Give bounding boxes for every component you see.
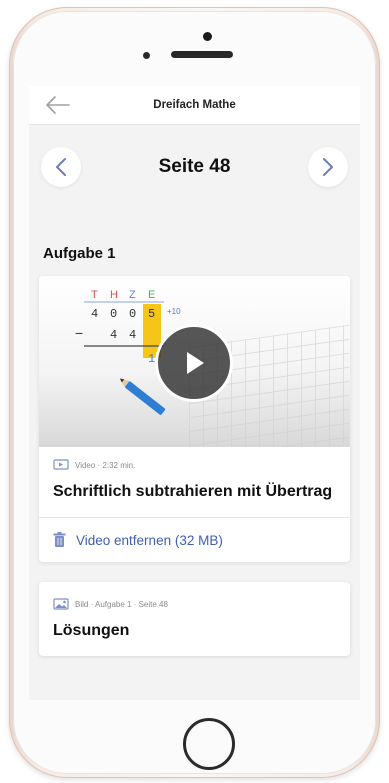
remove-video-label: Video entfernen (32 MB) [76, 532, 223, 548]
trash-icon [53, 532, 66, 547]
remove-video-button[interactable]: Video entfernen (32 MB) [39, 518, 350, 562]
minuend-digit-4: 5 [148, 307, 155, 321]
earpiece-speaker [171, 51, 233, 58]
video-card[interactable]: T H Z E 4 0 0 5 +10 − 4 4 1 Video · 2:32… [39, 276, 350, 562]
pencil-graphic [119, 378, 166, 415]
chevron-right-icon [322, 158, 333, 176]
next-page-button[interactable] [307, 147, 348, 187]
video-meta-text: Video · 2:32 min. [75, 460, 136, 470]
play-icon [187, 352, 204, 374]
video-thumbnail[interactable]: T H Z E 4 0 0 5 +10 − 4 4 1 [39, 276, 350, 447]
back-arrow-icon [46, 96, 70, 114]
app-title: Dreifach Mathe [153, 99, 236, 111]
minuend-digit-3: 0 [129, 307, 136, 321]
carry-label: +10 [167, 307, 181, 316]
video-meta: Video · 2:32 min. [39, 447, 350, 471]
place-header-t: T [91, 289, 98, 301]
video-title: Schriftlich subtrahieren mit Übertrag [53, 483, 333, 500]
home-button[interactable] [183, 718, 235, 770]
content-area: Aufgabe 1 T H Z E 4 0 0 5 +10 − 4 4 1 Vi… [29, 209, 360, 656]
minus-sign: − [75, 325, 83, 341]
section-title: Aufgabe 1 [43, 245, 116, 262]
previous-page-button[interactable] [41, 147, 81, 187]
app-bar: Dreifach Mathe [29, 86, 360, 125]
image-card[interactable]: Bild · Aufgabe 1 · Seite 48 Lösungen [39, 582, 350, 656]
play-button[interactable] [155, 324, 233, 402]
page-navigator: Seite 48 [29, 125, 360, 209]
image-meta: Bild · Aufgabe 1 · Seite 48 [39, 582, 350, 610]
subtrahend-digit-2: 4 [129, 328, 136, 342]
video-icon [53, 459, 69, 470]
image-title: Lösungen [53, 622, 130, 639]
image-icon [53, 598, 69, 610]
back-button[interactable] [45, 95, 71, 115]
place-header-h: H [110, 289, 118, 301]
subtrahend-digit-1: 4 [110, 328, 117, 342]
minuend-digit-1: 4 [91, 307, 98, 321]
place-header-z: Z [129, 289, 136, 301]
app-screen: Dreifach Mathe Seite 48 Aufgabe 1 T H Z [29, 86, 360, 700]
front-camera [203, 32, 212, 41]
proximity-sensor [143, 52, 150, 59]
page-title: Seite 48 [158, 156, 231, 177]
chevron-left-icon [56, 158, 66, 176]
image-meta-text: Bild · Aufgabe 1 · Seite 48 [75, 599, 168, 609]
place-header-e: E [148, 289, 155, 301]
minuend-digit-2: 0 [110, 307, 117, 321]
